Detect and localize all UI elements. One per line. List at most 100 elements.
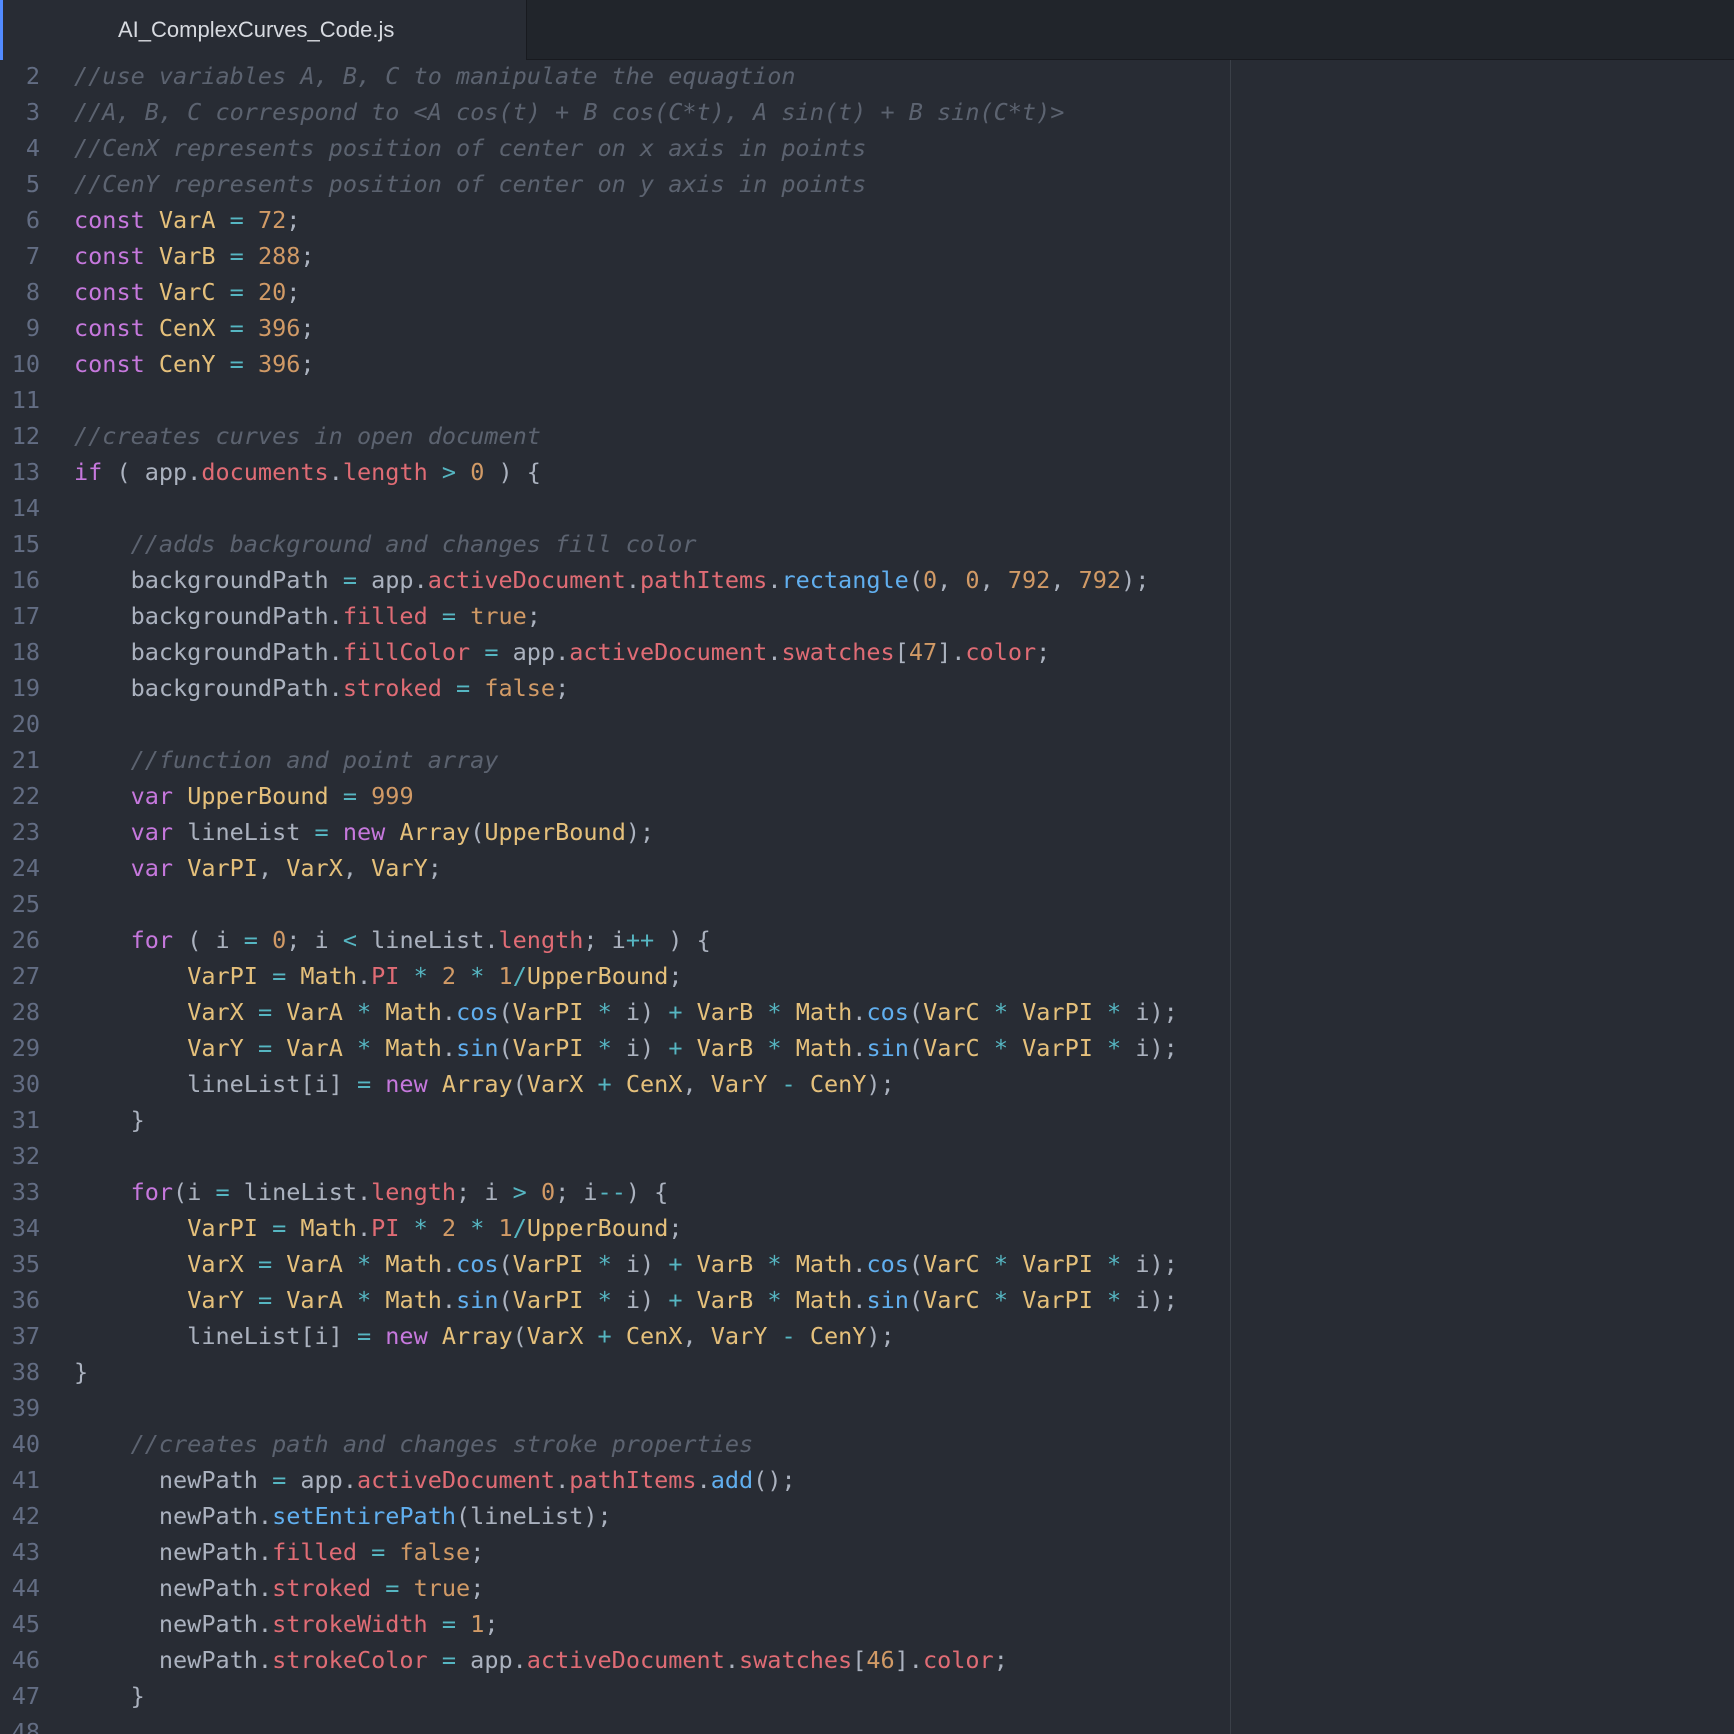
- token-var: VarC: [923, 998, 980, 1026]
- token-num: 0: [922, 566, 938, 594]
- line-code: newPath = app.activeDocument.pathItems.a…: [74, 1462, 796, 1498]
- token-var: VarA: [158, 206, 216, 234]
- line-number: 14: [11, 494, 40, 522]
- token-var: CenX: [625, 1070, 683, 1098]
- token-var: VarY: [187, 1034, 244, 1062]
- token-plain: lineList.: [357, 926, 499, 954]
- token-plain: (: [908, 566, 923, 594]
- token-var: UpperBound: [526, 1214, 669, 1242]
- token-plain: ,: [682, 1322, 711, 1350]
- token-op: =: [243, 926, 258, 954]
- token-keyword: for: [130, 1178, 174, 1206]
- line-code: newPath.filled = false;: [74, 1534, 484, 1570]
- line-code: VarPI = Math.PI * 2 * 1/UpperBound;: [74, 1210, 683, 1246]
- token-plain: ) {: [625, 1178, 669, 1206]
- token-plain: (: [908, 1250, 924, 1278]
- token-op: =: [342, 782, 357, 810]
- token-keyword: const: [74, 278, 145, 306]
- token-var: VarA: [286, 1286, 343, 1314]
- token-prop: strokeWidth: [272, 1610, 428, 1638]
- token-plain: (: [512, 1322, 527, 1350]
- token-plain: ;: [668, 962, 683, 990]
- token-plain: ( app.: [102, 458, 202, 486]
- token-op: *: [357, 1250, 372, 1278]
- token-plain: );: [866, 1322, 895, 1350]
- token-plain: .: [555, 1466, 570, 1494]
- line-number: 22: [11, 782, 40, 810]
- token-num: 396: [257, 314, 301, 342]
- token-plain: (: [908, 998, 924, 1026]
- token-plain: ;: [993, 1646, 1008, 1674]
- line-code: const VarB = 288;: [74, 238, 315, 274]
- token-op: =: [272, 1214, 287, 1242]
- token-num: 999: [371, 782, 414, 810]
- token-plain: ;: [668, 1214, 683, 1242]
- line-number: 21: [11, 746, 40, 774]
- line-number: 5: [25, 170, 40, 198]
- tab-ai-complexcurves-code[interactable]: AI_ComplexCurves_Code.js: [0, 0, 527, 60]
- token-comment: //A, B, C correspond to <A cos(t) + B co…: [74, 98, 1065, 126]
- line-code: if ( app.documents.length > 0 ) {: [74, 454, 541, 490]
- token-op: =: [215, 1178, 230, 1206]
- token-prop: activeDocument: [569, 638, 768, 666]
- token-num: 0: [470, 458, 485, 486]
- token-op: -: [781, 1070, 796, 1098]
- token-plain: (: [498, 998, 513, 1026]
- token-var: Math: [385, 1250, 442, 1278]
- token-prop: swatches: [781, 638, 895, 666]
- line-code: //adds background and changes fill color: [74, 526, 697, 562]
- code-editor[interactable]: 2 //use variables A, B, C to manipulate t…: [0, 60, 1734, 1734]
- line-number: 42: [11, 1502, 40, 1530]
- token-plain: ) {: [484, 458, 541, 486]
- token-var: Array: [399, 818, 471, 846]
- token-var: VarB: [696, 998, 754, 1026]
- token-plain: app.: [498, 638, 570, 666]
- token-prop: color: [965, 638, 1037, 666]
- line-number: 33: [11, 1178, 40, 1206]
- token-plain: );: [1121, 566, 1150, 594]
- token-plain: .: [441, 1250, 457, 1278]
- token-op: =: [257, 1034, 273, 1062]
- line-number: 36: [11, 1286, 40, 1314]
- line-code: VarX = VarA * Math.cos(VarPI * i) + VarB…: [74, 1246, 1178, 1282]
- line-number: 16: [11, 566, 40, 594]
- line-code: VarY = VarA * Math.sin(VarPI * i) + VarB…: [74, 1282, 1178, 1318]
- token-plain: .: [357, 962, 372, 990]
- token-plain: .: [852, 1286, 867, 1314]
- token-var: VarPI: [187, 854, 258, 882]
- token-plain: ; i: [286, 926, 343, 954]
- line-number: 28: [11, 998, 40, 1026]
- token-var: VarX: [187, 1250, 244, 1278]
- token-plain: .: [441, 1286, 457, 1314]
- token-keyword: for: [130, 926, 174, 954]
- token-func: sin: [456, 1286, 499, 1314]
- token-func: rectangle: [781, 566, 909, 594]
- line-code: var lineList = new Array(UpperBound);: [74, 814, 655, 850]
- token-var: VarPI: [512, 1286, 584, 1314]
- token-op: +: [668, 1250, 683, 1278]
- token-op: =: [441, 602, 457, 630]
